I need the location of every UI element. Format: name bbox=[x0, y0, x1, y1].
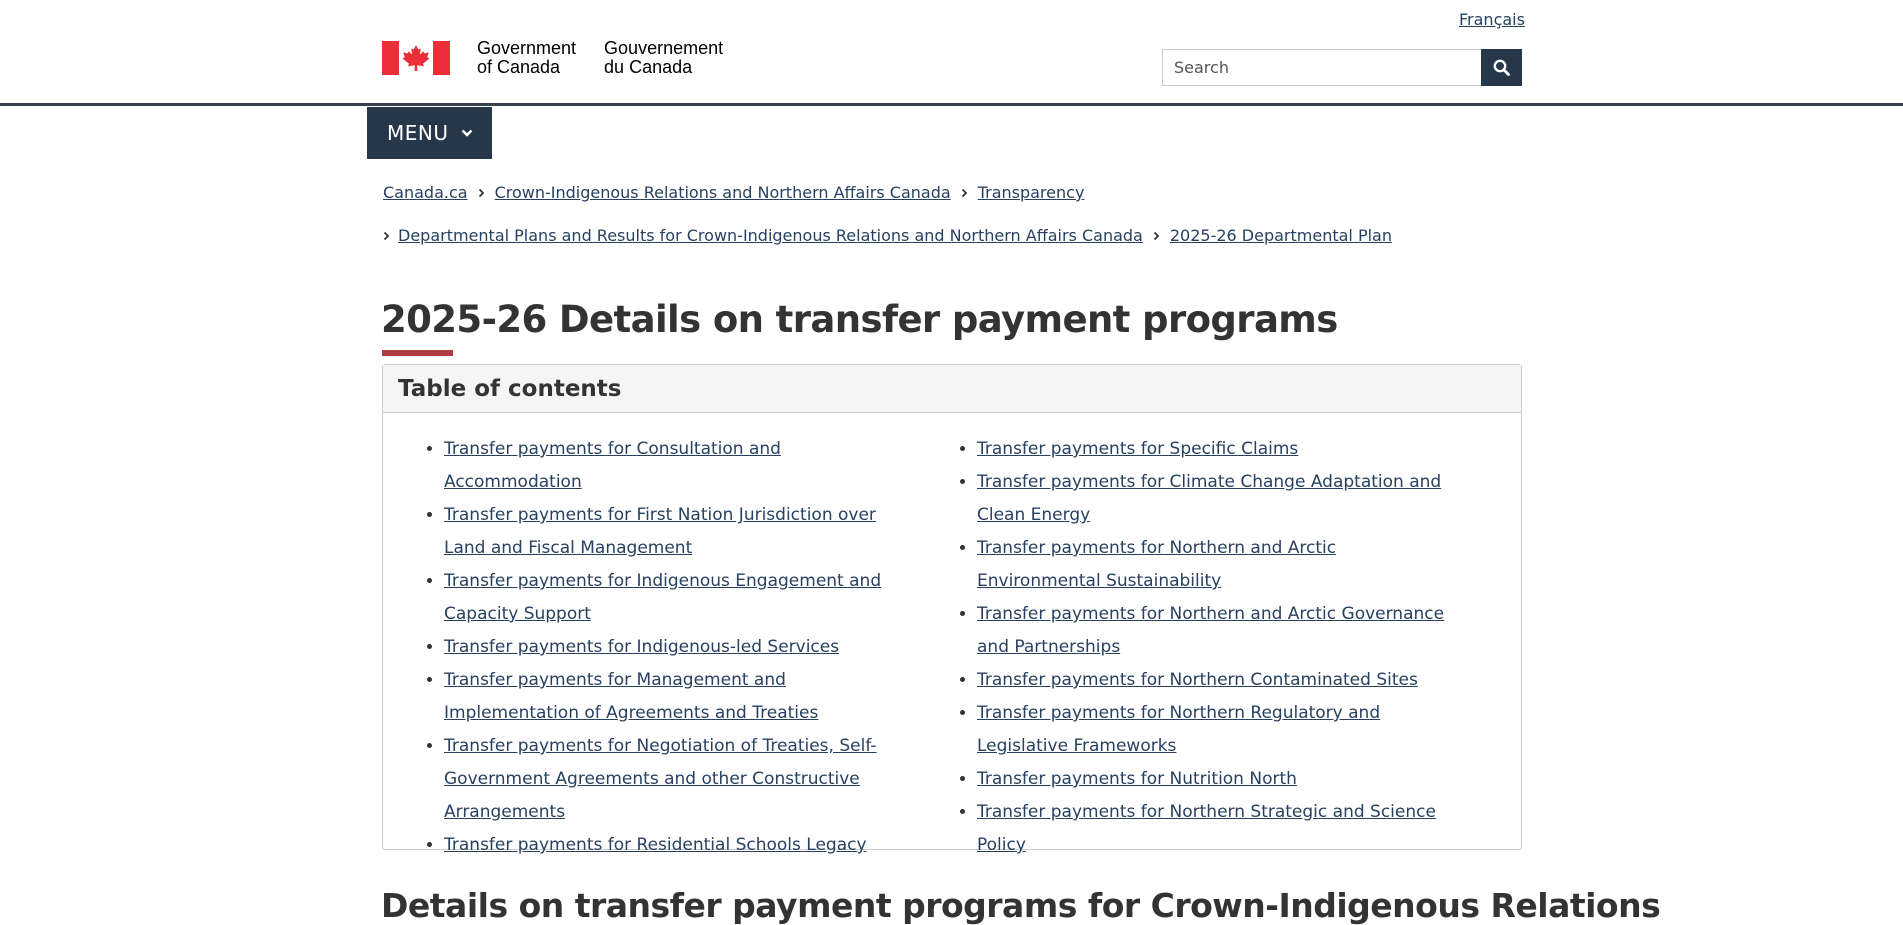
toc-link-indigenous-engagement[interactable]: Transfer payments for Indigenous Engagem… bbox=[444, 571, 881, 624]
search-button[interactable] bbox=[1481, 49, 1522, 86]
breadcrumb-transparency-link[interactable]: Transparency bbox=[978, 183, 1085, 202]
list-item: Transfer payments for Indigenous-led Ser… bbox=[444, 631, 951, 664]
list-item: Transfer payments for Northern Regulator… bbox=[977, 697, 1501, 763]
gov-name-en-line1: Government bbox=[477, 38, 577, 58]
search-form bbox=[1162, 49, 1522, 86]
government-of-canada-logo[interactable]: Government of Canada Gouvernement du Can… bbox=[382, 39, 723, 77]
toc-link-arctic-governance[interactable]: Transfer payments for Northern and Arcti… bbox=[977, 604, 1444, 657]
canada-flag-icon bbox=[382, 41, 450, 75]
list-item: Transfer payments for Northern and Arcti… bbox=[977, 598, 1501, 664]
toc-columns: Transfer payments for Consultation and A… bbox=[383, 413, 1521, 862]
chevron-right-icon bbox=[1153, 231, 1160, 241]
toc-link-specific-claims[interactable]: Transfer payments for Specific Claims bbox=[977, 439, 1298, 459]
toc-link-first-nation-jurisdiction[interactable]: Transfer payments for First Nation Juris… bbox=[444, 505, 876, 558]
list-item: Transfer payments for First Nation Juris… bbox=[444, 499, 951, 565]
toc-column-left: Transfer payments for Consultation and A… bbox=[401, 413, 951, 862]
toc-link-consultation-accommodation[interactable]: Transfer payments for Consultation and A… bbox=[444, 439, 781, 492]
list-item: Transfer payments for Residential School… bbox=[444, 829, 951, 862]
gov-name-fr-line2: du Canada bbox=[604, 57, 693, 77]
list-item: Transfer payments for Indigenous Engagem… bbox=[444, 565, 951, 631]
page: Français Government of Canada Gouverneme… bbox=[0, 0, 1903, 925]
list-item: Transfer payments for Nutrition North bbox=[977, 763, 1501, 796]
list-item: Transfer payments for Consultation and A… bbox=[444, 433, 951, 499]
language-toggle-link[interactable]: Français bbox=[1459, 10, 1525, 29]
breadcrumb-2025-26-plan-link[interactable]: 2025-26 Departmental Plan bbox=[1170, 226, 1392, 245]
page-title: 2025-26 Details on transfer payment prog… bbox=[381, 298, 1338, 341]
list-item: Transfer payments for Negotiation of Tre… bbox=[444, 730, 951, 829]
gov-name-fr: Gouvernement du Canada bbox=[604, 39, 723, 77]
list-item: Transfer payments for Management and Imp… bbox=[444, 664, 951, 730]
toc-heading: Table of contents bbox=[383, 365, 1521, 413]
gov-name-fr-line1: Gouvernement bbox=[604, 38, 724, 58]
toc-link-nutrition-north[interactable]: Transfer payments for Nutrition North bbox=[977, 769, 1297, 789]
table-of-contents-panel: Table of contents Transfer payments for … bbox=[382, 364, 1522, 855]
toc-link-agreements-treaties[interactable]: Transfer payments for Management and Imp… bbox=[444, 670, 818, 723]
chevron-right-icon bbox=[478, 188, 485, 198]
list-item: Transfer payments for Specific Claims bbox=[977, 433, 1501, 466]
site-header: Français Government of Canada Gouverneme… bbox=[0, 0, 1903, 106]
chevron-right-icon bbox=[383, 231, 390, 241]
menu-button[interactable]: MENU bbox=[367, 107, 492, 159]
toc-link-residential-schools[interactable]: Transfer payments for Residential School… bbox=[444, 835, 867, 855]
breadcrumb-row-2: Departmental Plans and Results for Crown… bbox=[383, 226, 1392, 245]
title-underline-accent bbox=[382, 350, 453, 356]
breadcrumb-departmental-plans-link[interactable]: Departmental Plans and Results for Crown… bbox=[398, 226, 1143, 245]
chevron-right-icon bbox=[961, 188, 968, 198]
toc-link-regulatory-frameworks[interactable]: Transfer payments for Northern Regulator… bbox=[977, 703, 1380, 756]
chevron-down-icon bbox=[461, 129, 473, 138]
maple-leaf-icon bbox=[402, 45, 430, 71]
list-item: Transfer payments for Northern Strategic… bbox=[977, 796, 1501, 862]
toc-link-strategic-science-policy[interactable]: Transfer payments for Northern Strategic… bbox=[977, 802, 1436, 855]
list-item: Transfer payments for Northern and Arcti… bbox=[977, 532, 1501, 598]
section-heading: Details on transfer payment programs for… bbox=[381, 886, 1661, 925]
menu-label: MENU bbox=[387, 121, 449, 145]
breadcrumb-canada-link[interactable]: Canada.ca bbox=[383, 183, 468, 202]
toc-link-indigenous-led-services[interactable]: Transfer payments for Indigenous-led Ser… bbox=[444, 637, 839, 657]
toc-link-contaminated-sites[interactable]: Transfer payments for Northern Contamina… bbox=[977, 670, 1418, 690]
toc-link-climate-change[interactable]: Transfer payments for Climate Change Ada… bbox=[977, 472, 1441, 525]
search-input[interactable] bbox=[1162, 49, 1481, 86]
breadcrumb-cirnac-link[interactable]: Crown-Indigenous Relations and Northern … bbox=[495, 183, 951, 202]
search-icon bbox=[1493, 59, 1510, 76]
gov-name-en: Government of Canada bbox=[477, 39, 576, 77]
toc-column-right: Transfer payments for Specific Claims Tr… bbox=[951, 413, 1501, 862]
toc-link-arctic-environmental[interactable]: Transfer payments for Northern and Arcti… bbox=[977, 538, 1336, 591]
list-item: Transfer payments for Northern Contamina… bbox=[977, 664, 1501, 697]
list-item: Transfer payments for Climate Change Ada… bbox=[977, 466, 1501, 532]
toc-link-negotiation-treaties[interactable]: Transfer payments for Negotiation of Tre… bbox=[444, 736, 877, 822]
breadcrumb-row-1: Canada.ca Crown-Indigenous Relations and… bbox=[383, 183, 1084, 202]
gov-name-en-line2: of Canada bbox=[477, 57, 561, 77]
